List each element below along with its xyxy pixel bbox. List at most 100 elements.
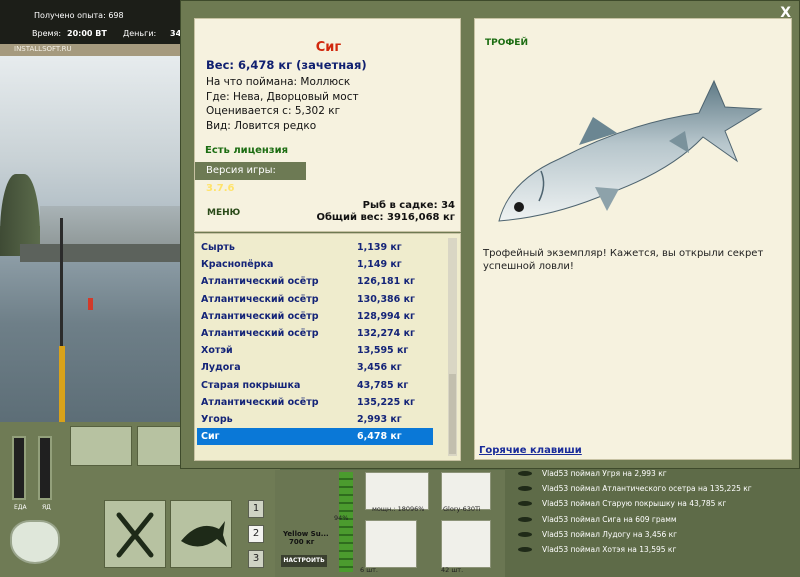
fish-icon — [518, 486, 532, 492]
bridge — [20, 244, 190, 262]
rod-grip — [59, 346, 65, 422]
catch-list-row[interactable]: Атлантический осётр 130,386 кг — [197, 291, 433, 308]
bait-label: ЯД — [42, 504, 51, 511]
catch-list-row[interactable]: Атлантический осётр 135,225 кг — [197, 394, 433, 411]
catch-fish-weight: 43,785 кг — [357, 379, 409, 391]
hotbar-slot-1[interactable]: 1 — [248, 500, 264, 518]
food-fork-knife-icon[interactable] — [104, 500, 166, 568]
keepnet-pot-icon[interactable] — [10, 520, 60, 564]
caught-on: На что поймана: Моллюск — [206, 76, 351, 88]
tackle-box-button[interactable] — [137, 426, 182, 466]
catch-list-row[interactable]: Атлантический осётр 126,181 кг — [197, 273, 433, 290]
fishing-scene[interactable] — [0, 56, 190, 422]
catch-list-row[interactable]: Сырть 1,139 кг — [197, 239, 433, 256]
time-label: Время: — [32, 29, 62, 38]
caught-where: Где: Нева, Дворцовый мост — [206, 90, 359, 103]
catch-list-row[interactable]: Краснопёрка 1,149 кг — [197, 256, 433, 273]
rod-durability-bar — [339, 472, 353, 572]
line-name: Glory-630Ti — [443, 505, 481, 513]
catch-fish-name: Атлантический осётр — [201, 396, 319, 408]
license-status: Есть лицензия — [205, 145, 289, 156]
rod-weight: 700 кг — [289, 538, 315, 546]
rod-percent: 94% — [334, 514, 349, 522]
catch-fish-weight: 6,478 кг — [357, 431, 402, 443]
catch-fish-weight: 13,595 кг — [357, 345, 409, 357]
trophy-panel: ТРОФЕЙ Трофейный экземпляр! Кажется, вы … — [474, 18, 792, 460]
catch-list-row[interactable]: Угорь 2,993 кг — [197, 411, 433, 428]
catch-log: Vlad53 поймал Угря на 2,993 кг Vlad53 по… — [512, 466, 797, 572]
catch-fish-weight: 1,149 кг — [357, 259, 402, 271]
hotbar-slot-3[interactable]: 3 — [248, 550, 264, 568]
bait-count: 42 шт. — [441, 566, 464, 574]
fish-catalog-icon[interactable] — [170, 500, 232, 568]
river-water[interactable] — [0, 256, 190, 422]
catch-fish-name: Угорь — [201, 414, 233, 425]
catch-fish-name: Хотэй — [201, 345, 233, 357]
log-entry: Vlad53 поймал Сига на 609 грамм — [512, 512, 797, 527]
catch-list-row[interactable]: Атлантический осётр 132,274 кг — [197, 325, 433, 342]
catch-fish-name: Лудога — [201, 362, 241, 374]
catch-fish-weight: 1,139 кг — [357, 242, 402, 253]
food-meter — [12, 436, 26, 500]
fish-details: На что поймана: Моллюск Где: Нева, Дворц… — [206, 75, 359, 133]
catch-fish-weight: 3,456 кг — [357, 362, 402, 374]
catch-fish-name: Атлантический осётр — [201, 310, 319, 322]
catch-list-row[interactable]: Старая покрышка 43,785 кг — [197, 377, 433, 394]
version-value: 3.7.6 — [206, 183, 235, 194]
fish-icon — [518, 546, 532, 552]
catch-fish-weight: 126,181 кг — [357, 276, 415, 288]
whitefish-image-icon — [498, 79, 763, 222]
catch-fish-weight: 130,386 кг — [357, 293, 415, 305]
reel-power: мощн.: 180 — [372, 505, 410, 513]
catch-fish-name: Атлантический осётр — [201, 328, 319, 339]
catch-fish-name: Сиг — [201, 431, 220, 443]
money-label: Деньги: — [123, 29, 157, 38]
hook-slot[interactable] — [365, 520, 417, 568]
trophy-title: ТРОФЕЙ — [485, 38, 528, 48]
catch-list-row[interactable]: Лудога 3,456 кг — [197, 359, 433, 376]
fish-weight: Вес: 6,478 кг (зачетная) — [206, 58, 367, 72]
fish-info-panel: Сиг Вес: 6,478 кг (зачетная) На что пойм… — [194, 18, 461, 232]
catch-fish-weight: 128,994 кг — [357, 310, 415, 322]
bait-slot[interactable] — [441, 520, 491, 568]
catch-fish-weight: 132,274 кг — [357, 328, 415, 339]
rods-button[interactable] — [70, 426, 132, 466]
log-entry: Vlad53 поймал Хотэя на 13,595 кг — [512, 542, 797, 557]
log-entry: Vlad53 поймал Лудогу на 3,456 кг — [512, 527, 797, 542]
version-label: Версия игры: — [206, 165, 276, 176]
bait-meter — [38, 436, 52, 500]
time-value: 20:00 ВТ — [67, 29, 107, 38]
reel-percent: 96% — [410, 505, 425, 513]
log-entry: Vlad53 поймал Старую покрышку на 43,785 … — [512, 496, 797, 511]
float-bobber — [88, 298, 93, 310]
watermark-text: INSTALLSOFT.RU — [14, 45, 72, 53]
keepnet-count: Рыб в садке: 34 — [362, 200, 455, 211]
catch-list-row[interactable]: Атлантический осётр 128,994 кг — [197, 308, 433, 325]
food-label: ЕДА — [14, 504, 27, 511]
experience-text: Получено опыта: 698 — [34, 11, 124, 20]
catch-fish-weight: 135,225 кг — [357, 396, 415, 408]
fish-kind: Вид: Ловится редко — [206, 119, 317, 132]
catch-list-row[interactable]: Сиг 6,478 кг — [197, 428, 433, 446]
trophy-message: Трофейный экземпляр! Кажется, вы открыли… — [483, 248, 764, 272]
setup-button[interactable]: НАСТРОИТЬ — [281, 555, 327, 567]
catch-fish-name: Краснопёрка — [201, 259, 274, 271]
catch-list-row[interactable]: Хотэй 13,595 кг — [197, 342, 433, 359]
fish-icon — [518, 471, 532, 476]
catch-fish-name: Атлантический осётр — [201, 293, 319, 305]
hooks-count: 6 шт. — [360, 566, 379, 574]
list-scrollbar[interactable] — [448, 238, 457, 456]
fish-caught-dialog: X Сиг Вес: 6,478 кг (зачетная) На что по… — [180, 0, 800, 469]
catch-fish-name: Атлантический осётр — [201, 276, 319, 288]
hotkeys-link[interactable]: Горячие клавиши — [479, 445, 582, 456]
keepnet-total-weight: Общий вес: 3916,068 кг — [316, 212, 455, 223]
fish-icon — [518, 501, 532, 507]
menu-button[interactable]: МЕНЮ — [207, 208, 240, 218]
keepnet-list[interactable]: Сырть 1,139 кг Краснопёрка 1,149 кг Атлантич… — [194, 233, 461, 461]
catch-fish-name: Старая покрышка — [201, 379, 301, 391]
hotbar-slot-2[interactable]: 2 — [248, 525, 264, 543]
catch-fish-weight: 2,993 кг — [357, 414, 402, 425]
fish-icon — [518, 531, 532, 537]
game-version: Версия игры: 3.7.6 — [195, 162, 306, 194]
scroll-thumb[interactable] — [449, 374, 456, 454]
